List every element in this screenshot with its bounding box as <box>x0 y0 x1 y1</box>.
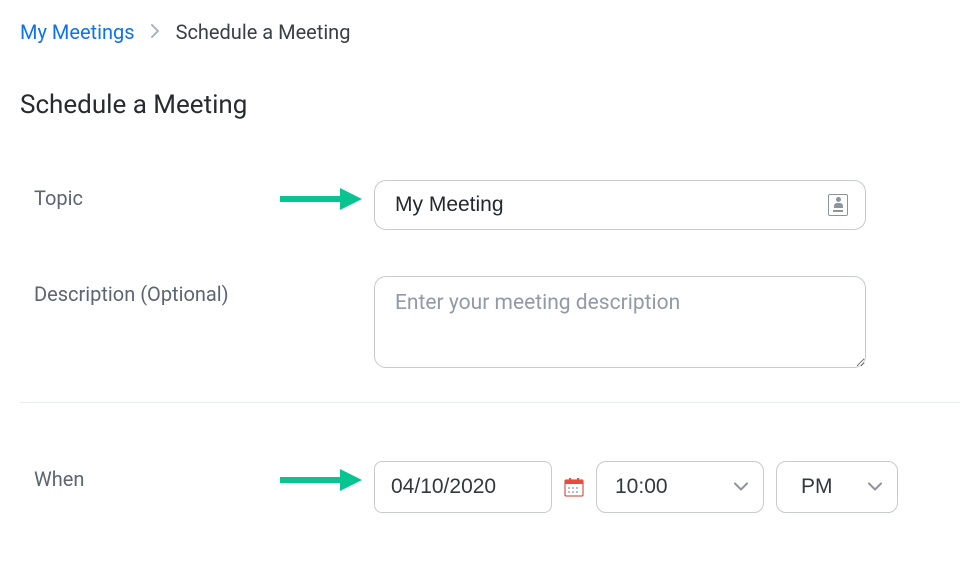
date-input[interactable] <box>374 461 552 513</box>
row-description: Description (Optional) <box>20 246 960 388</box>
annotation-arrow-icon <box>278 186 362 216</box>
ampm-select[interactable] <box>776 461 898 513</box>
calendar-icon[interactable] <box>564 477 584 497</box>
topic-input[interactable] <box>374 180 866 230</box>
breadcrumb: My Meetings Schedule a Meeting <box>20 20 960 44</box>
annotation-arrow-icon <box>278 467 362 497</box>
breadcrumb-link-my-meetings[interactable]: My Meetings <box>20 20 135 44</box>
label-description: Description (Optional) <box>34 276 374 306</box>
time-select[interactable] <box>596 461 764 513</box>
row-topic: Topic <box>20 164 960 246</box>
description-textarea[interactable] <box>374 276 866 368</box>
page-title: Schedule a Meeting <box>20 90 960 120</box>
breadcrumb-current: Schedule a Meeting <box>176 20 351 44</box>
contacts-icon[interactable] <box>828 194 848 216</box>
row-when: When <box>20 403 960 529</box>
chevron-right-icon <box>151 23 160 42</box>
